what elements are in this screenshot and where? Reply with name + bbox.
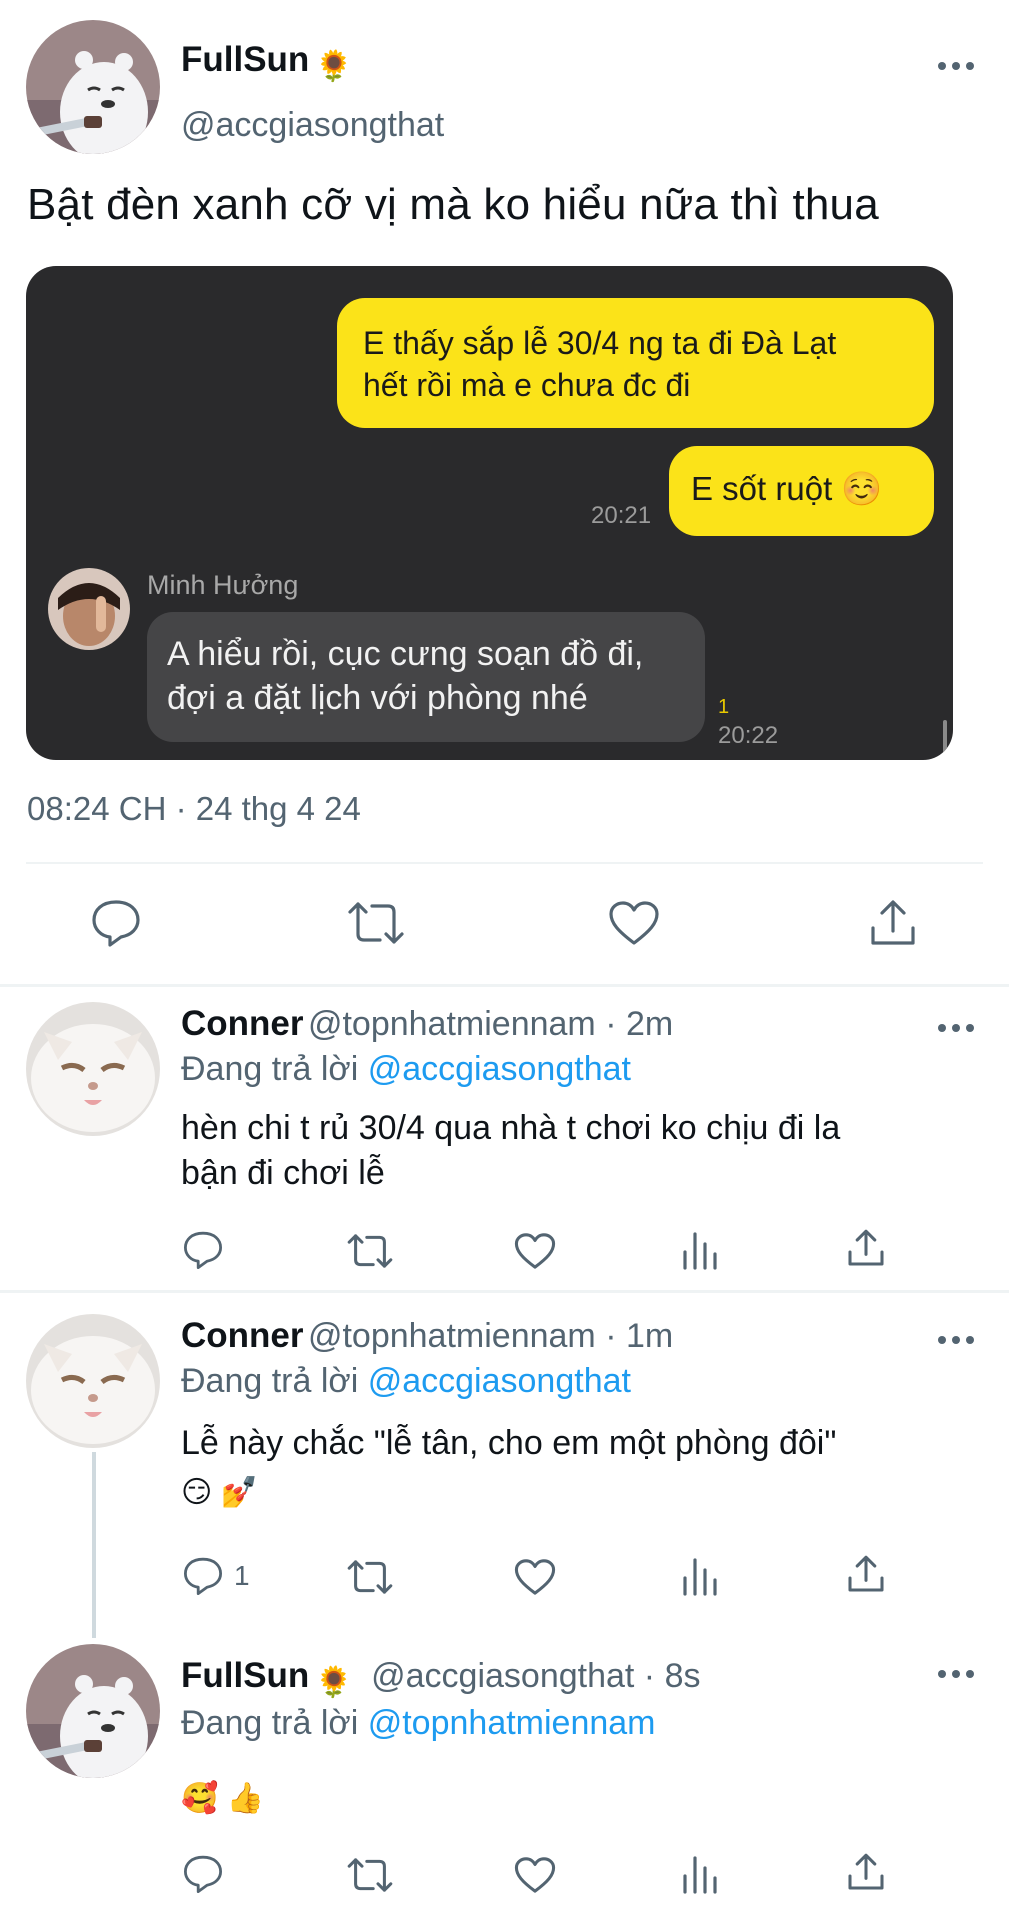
replying-to: Đang trả lời @accgiasongthat bbox=[181, 1050, 631, 1089]
sunflower-emoji: 🌻 bbox=[315, 1666, 353, 1700]
more-icon[interactable] bbox=[936, 1666, 976, 1680]
white-cat-avatar-image bbox=[26, 1002, 160, 1136]
reply-text: Lễ này chắc "lễ tân, cho em một phòng đô… bbox=[181, 1418, 836, 1518]
message-line: đợi a đặt lịch với phòng nhé bbox=[167, 679, 588, 717]
reply-author-avatar[interactable] bbox=[26, 1002, 160, 1136]
bear-avatar-image bbox=[26, 1644, 160, 1778]
more-icon[interactable] bbox=[936, 1332, 976, 1346]
share-icon[interactable] bbox=[868, 898, 918, 948]
share-icon[interactable] bbox=[846, 1228, 886, 1268]
reply-header: Conner @topnhatmiennam · 1m bbox=[181, 1316, 673, 1356]
reply-icon[interactable] bbox=[182, 1854, 224, 1894]
reply-meta[interactable]: @accgiasongthat · 8s bbox=[371, 1657, 700, 1695]
heart-icon[interactable] bbox=[514, 1856, 556, 1894]
reply-text-line: bận đi chơi lễ bbox=[181, 1154, 385, 1192]
divider bbox=[0, 1290, 1009, 1293]
outgoing-message-1: E thấy sắp lễ 30/4 ng ta đi Đà Lạt hết r… bbox=[337, 298, 934, 428]
reply-header: FullSun 🌻 @accgiasongthat · 8s bbox=[181, 1656, 700, 1700]
heart-icon[interactable] bbox=[608, 900, 660, 946]
reply-author-name[interactable]: Conner bbox=[181, 1316, 304, 1355]
message-line: E thấy sắp lễ 30/4 ng ta đi Đà Lạt bbox=[363, 325, 837, 361]
retweet-icon[interactable] bbox=[346, 1856, 394, 1894]
reply-text: 🥰 👍 bbox=[181, 1782, 265, 1815]
replying-to-link[interactable]: @accgiasongthat bbox=[368, 1362, 631, 1400]
share-icon[interactable] bbox=[846, 1554, 886, 1594]
reply-text-line: hèn chi t rủ 30/4 qua nhà t chơi ko chịu… bbox=[181, 1109, 841, 1147]
bear-avatar-image bbox=[26, 20, 160, 154]
retweet-icon[interactable] bbox=[346, 900, 406, 946]
sunflower-emoji: 🌻 bbox=[315, 50, 353, 84]
reply-text-line: Lễ này chắc "lễ tân, cho em một phòng đô… bbox=[181, 1424, 837, 1462]
author-avatar[interactable] bbox=[26, 20, 160, 154]
message-line: A hiểu rồi, cục cưng soạn đồ đi, bbox=[167, 635, 644, 673]
divider bbox=[0, 984, 1009, 987]
reply-icon[interactable] bbox=[90, 898, 142, 948]
unread-count: 1 bbox=[718, 696, 730, 718]
chat-sender-avatar bbox=[48, 568, 130, 650]
retweet-icon[interactable] bbox=[346, 1232, 394, 1270]
chat-screenshot[interactable]: E thấy sắp lễ 30/4 ng ta đi Đà Lạt hết r… bbox=[26, 266, 953, 760]
more-icon[interactable] bbox=[936, 58, 976, 72]
heart-icon[interactable] bbox=[514, 1558, 556, 1596]
reply-meta[interactable]: @topnhatmiennam · 2m bbox=[308, 1005, 673, 1043]
views-icon[interactable] bbox=[682, 1230, 720, 1270]
more-icon[interactable] bbox=[936, 1020, 976, 1034]
incoming-message: A hiểu rồi, cục cưng soạn đồ đi, đợi a đ… bbox=[147, 612, 705, 742]
reply-author-name[interactable]: FullSun bbox=[181, 1656, 309, 1695]
replying-to-label: Đang trả lời bbox=[181, 1050, 359, 1088]
replying-to: Đang trả lời @topnhatmiennam bbox=[181, 1704, 656, 1743]
message-time: 20:22 bbox=[718, 722, 779, 749]
author-name-row[interactable]: FullSun 🌻 bbox=[181, 40, 353, 84]
message-line: hết rồi mà e chưa đc đi bbox=[363, 367, 691, 403]
reply-author-avatar[interactable] bbox=[26, 1644, 160, 1778]
reply-header: Conner @topnhatmiennam · 2m bbox=[181, 1004, 673, 1044]
replying-to-link[interactable]: @accgiasongthat bbox=[368, 1050, 631, 1088]
reply-icon[interactable] bbox=[182, 1230, 224, 1270]
reply-count: 1 bbox=[234, 1560, 250, 1591]
tweet-timestamp[interactable]: 08:24 CH · 24 thg 4 24 bbox=[27, 790, 361, 828]
outgoing-message-2: E sốt ruột ☺️ bbox=[669, 446, 934, 536]
reply-meta[interactable]: @topnhatmiennam · 1m bbox=[308, 1317, 673, 1355]
replying-to-label: Đang trả lời bbox=[181, 1704, 359, 1742]
heart-icon[interactable] bbox=[514, 1232, 556, 1270]
thread-line bbox=[92, 1452, 96, 1638]
reply-author-name[interactable]: Conner bbox=[181, 1004, 304, 1043]
reply-icon[interactable] bbox=[182, 1556, 224, 1596]
reply-author-avatar[interactable] bbox=[26, 1314, 160, 1448]
tweet-text: Bật đèn xanh cỡ vị mà ko hiểu nữa thì th… bbox=[27, 180, 879, 229]
replying-to-label: Đang trả lời bbox=[181, 1362, 359, 1400]
chat-scrollbar bbox=[943, 720, 947, 756]
reply-text: hèn chi t rủ 30/4 qua nhà t chơi ko chịu… bbox=[181, 1106, 840, 1196]
white-cat-avatar-image bbox=[26, 1314, 160, 1448]
chat-sender-name: Minh Hưởng bbox=[147, 570, 299, 600]
author-handle[interactable]: @accgiasongthat bbox=[181, 106, 444, 145]
replying-to: Đang trả lời @accgiasongthat bbox=[181, 1362, 631, 1401]
divider bbox=[26, 862, 983, 864]
reply-emoji-line: 😏 💅 bbox=[181, 1476, 258, 1509]
views-icon[interactable] bbox=[682, 1854, 720, 1894]
author-name[interactable]: FullSun bbox=[181, 40, 309, 79]
views-icon[interactable] bbox=[682, 1556, 720, 1596]
share-icon[interactable] bbox=[846, 1852, 886, 1892]
replying-to-link[interactable]: @topnhatmiennam bbox=[368, 1704, 656, 1742]
message-time: 20:21 bbox=[591, 502, 652, 529]
retweet-icon[interactable] bbox=[346, 1558, 394, 1596]
